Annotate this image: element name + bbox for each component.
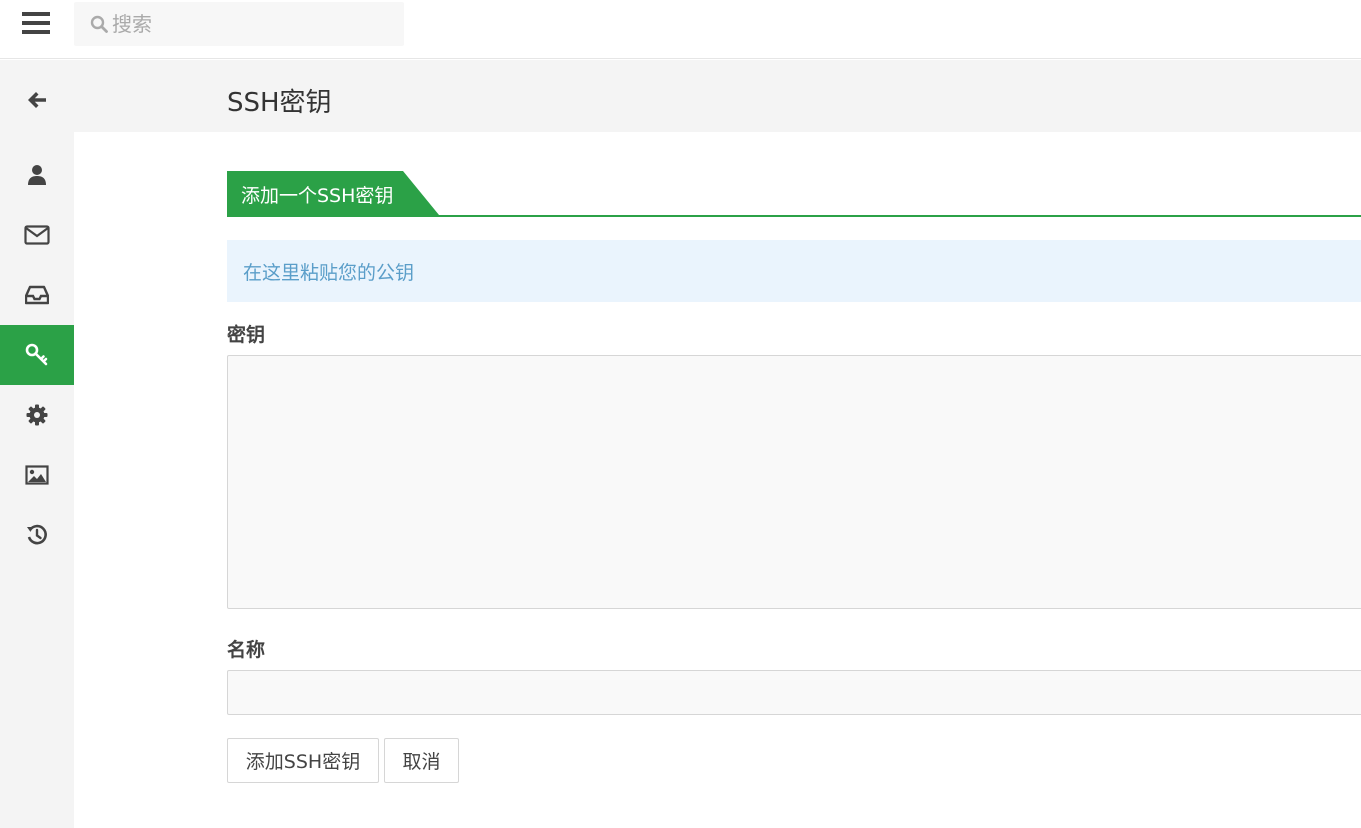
envelope-icon (24, 225, 50, 245)
tab-label: 添加一个SSH密钥 (241, 185, 394, 207)
tab-underline (227, 215, 1361, 217)
add-ssh-key-button[interactable]: 添加SSH密钥 (227, 738, 379, 783)
key-textarea[interactable] (227, 355, 1361, 609)
name-input[interactable] (227, 670, 1361, 715)
sidebar-item-ssh-keys[interactable] (0, 325, 74, 385)
search-input[interactable] (112, 2, 392, 46)
key-icon (25, 343, 48, 366)
hamburger-icon (22, 12, 50, 34)
sidebar-item-inbox[interactable] (0, 265, 74, 325)
gear-icon (26, 404, 48, 426)
history-icon (27, 524, 47, 545)
sidebar-item-back[interactable] (0, 70, 74, 130)
image-icon (25, 465, 49, 485)
inbox-icon (25, 285, 49, 305)
info-banner: 在这里粘贴您的公钥 (227, 240, 1361, 302)
sidebar-item-email[interactable] (0, 205, 74, 265)
search-box (74, 2, 404, 46)
sidebar-item-profile[interactable] (0, 145, 74, 205)
cancel-button[interactable]: 取消 (384, 738, 459, 783)
top-bar (0, 0, 1361, 59)
user-icon (28, 165, 46, 185)
name-label: 名称 (227, 639, 266, 661)
sidebar-item-history[interactable] (0, 505, 74, 565)
page-title: SSH密钥 (227, 88, 332, 118)
key-label: 密钥 (227, 324, 266, 346)
sidebar-item-images[interactable] (0, 445, 74, 505)
sidebar-item-settings[interactable] (0, 385, 74, 445)
arrow-left-icon (28, 92, 46, 108)
search-icon (90, 15, 108, 33)
info-text: 在这里粘贴您的公钥 (243, 262, 415, 284)
page-header: SSH密钥 (74, 60, 1361, 132)
form-tab-strip: 添加一个SSH密钥 (227, 171, 1361, 217)
menu-toggle-button[interactable] (21, 11, 51, 37)
sidebar (0, 60, 74, 828)
tab-add-ssh-key[interactable]: 添加一个SSH密钥 (227, 171, 439, 215)
